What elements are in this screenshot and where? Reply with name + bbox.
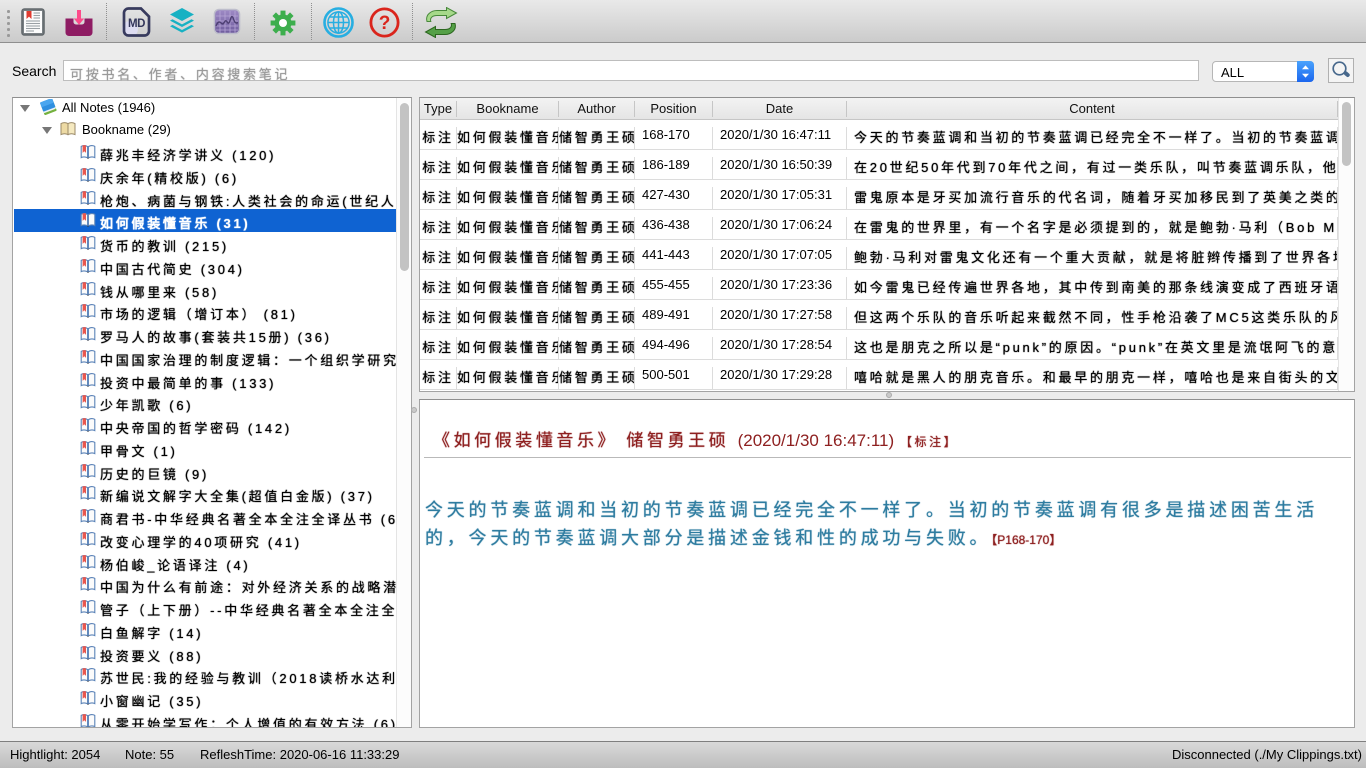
svg-text:?: ? [379,13,391,34]
svg-text:MD: MD [128,18,145,30]
